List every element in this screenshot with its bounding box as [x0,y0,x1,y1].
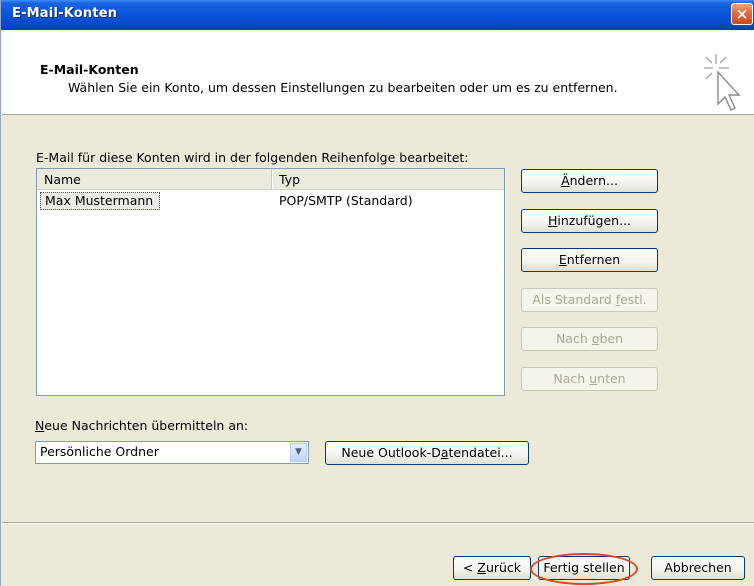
accounts-list[interactable]: Name Typ Max Mustermann POP/SMTP (Standa… [36,168,505,396]
remove-button[interactable]: Entfernen [521,248,658,272]
header-subtitle: Wählen Sie ein Konto, um dessen Einstell… [68,80,618,95]
wizard-cursor-icon [704,54,741,111]
delivery-location-value: Persönliche Ordner [40,444,159,459]
column-header-name[interactable]: Name [37,169,273,190]
delivery-label: Neue Nachrichten übermitteln an: [35,418,249,433]
title-bar: E-Mail-Konten × [1,0,754,30]
column-header-type[interactable]: Typ [273,169,504,190]
account-row[interactable]: Max Mustermann POP/SMTP (Standard) [37,191,504,210]
highlight-circle [530,553,638,585]
close-button[interactable]: × [731,3,753,25]
wizard-header: E-Mail-Konten Wählen Sie ein Konto, um d… [2,30,754,115]
change-button[interactable]: Ändern... [521,169,658,193]
set-default-button[interactable]: Als Standard festl. [521,288,658,312]
email-accounts-dialog: E-Mail-Konten × E-Mail-Konten Wählen Sie… [0,0,754,586]
dropdown-arrow-icon[interactable]: ▼ [290,443,307,462]
account-name[interactable]: Max Mustermann [40,192,161,210]
accounts-order-label: E-Mail für diese Konten wird in der folg… [36,150,469,165]
cancel-button[interactable]: Abbrechen [651,556,745,580]
back-button[interactable]: < Zurück [453,556,531,580]
header-title: E-Mail-Konten [40,62,139,77]
delivery-location-select[interactable]: Persönliche Ordner ▼ [35,441,309,464]
window-title: E-Mail-Konten [12,6,118,21]
footer-divider [2,522,754,524]
move-down-button[interactable]: Nach unten [521,367,658,391]
new-datafile-button[interactable]: Neue Outlook-Datendatei... [325,441,529,465]
move-up-button[interactable]: Nach oben [521,327,658,351]
account-type: POP/SMTP (Standard) [279,193,413,208]
add-button[interactable]: Hinzufügen... [521,209,658,233]
